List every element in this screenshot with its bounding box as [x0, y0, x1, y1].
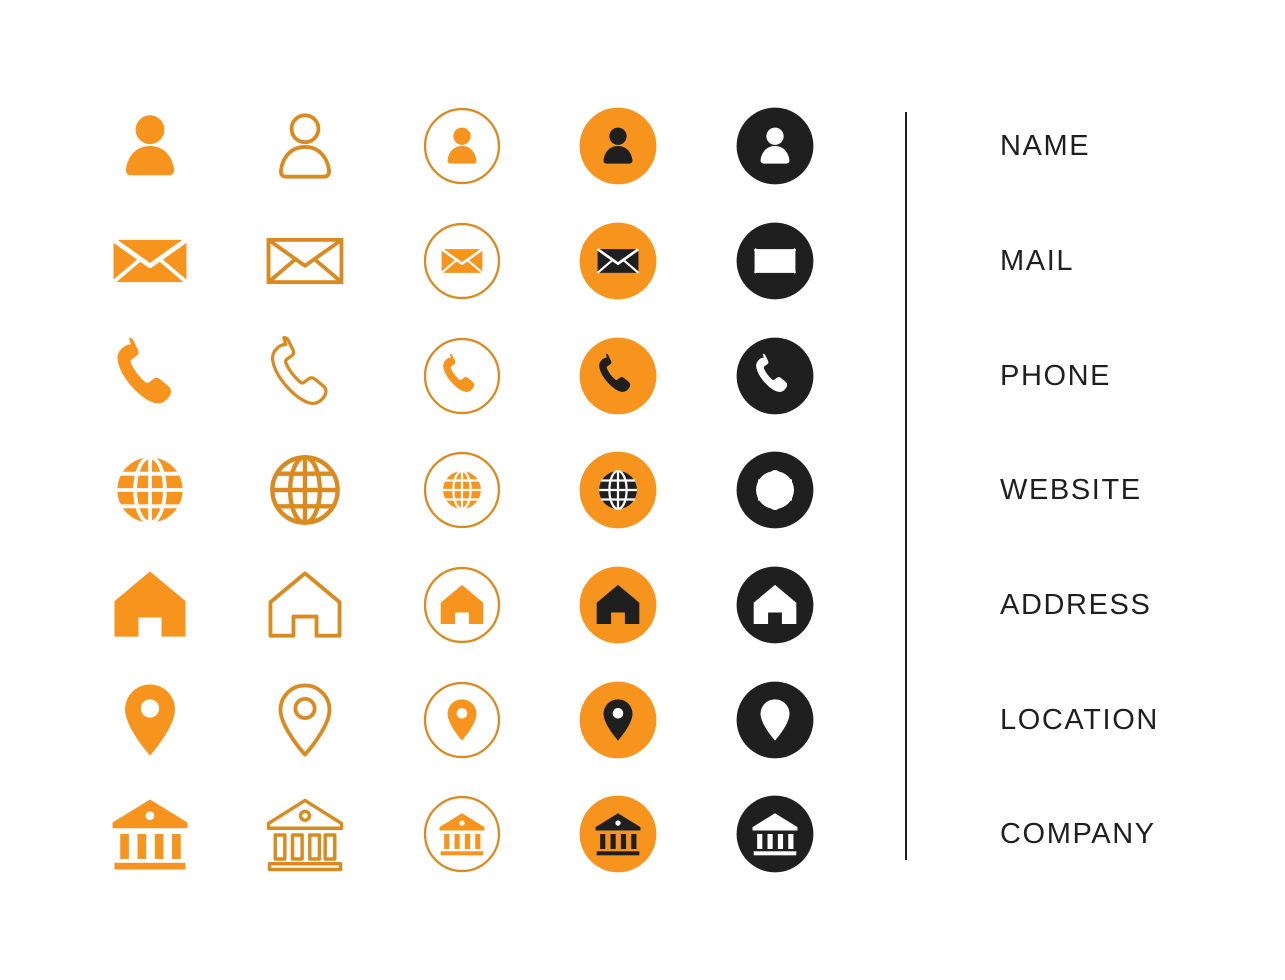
globe-icon-circle-dark[interactable]: [727, 442, 823, 538]
bank-icon-outline[interactable]: [257, 786, 353, 882]
label-mail: MAIL: [1000, 245, 1075, 277]
map-pin-icon-circle-orange[interactable]: [570, 672, 666, 768]
person-icon-solid[interactable]: [102, 98, 198, 194]
map-pin-icon-circle-outline[interactable]: [414, 672, 510, 768]
house-icon-circle-outline[interactable]: [414, 557, 510, 653]
map-pin-icon-outline[interactable]: [257, 672, 353, 768]
phone-icon-outline[interactable]: [257, 328, 353, 424]
envelope-icon-outline[interactable]: [257, 213, 353, 309]
house-icon-circle-dark[interactable]: [727, 557, 823, 653]
label-company: COMPANY: [1000, 818, 1156, 850]
phone-icon-circle-outline[interactable]: [414, 328, 510, 424]
phone-icon-circle-orange[interactable]: [570, 328, 666, 424]
label-location: LOCATION: [1000, 704, 1159, 736]
person-icon-circle-dark[interactable]: [727, 98, 823, 194]
map-pin-icon-solid[interactable]: [102, 672, 198, 768]
label-website: WEBSITE: [1000, 474, 1142, 506]
map-pin-icon-circle-dark[interactable]: [727, 672, 823, 768]
person-icon-circle-orange[interactable]: [570, 98, 666, 194]
globe-icon-circle-outline[interactable]: [414, 442, 510, 538]
globe-icon-circle-orange[interactable]: [570, 442, 666, 538]
envelope-icon-circle-orange[interactable]: [570, 213, 666, 309]
label-phone: PHONE: [1000, 360, 1112, 392]
house-icon-outline[interactable]: [257, 557, 353, 653]
label-name: NAME: [1000, 130, 1091, 162]
phone-icon-circle-dark[interactable]: [727, 328, 823, 424]
phone-icon-solid[interactable]: [102, 328, 198, 424]
house-icon-solid[interactable]: [102, 557, 198, 653]
envelope-icon-circle-dark[interactable]: [727, 213, 823, 309]
envelope-icon-solid[interactable]: [102, 213, 198, 309]
person-icon-outline[interactable]: [257, 98, 353, 194]
bank-icon-circle-dark[interactable]: [727, 786, 823, 882]
globe-icon-outline[interactable]: [257, 442, 353, 538]
bank-icon-circle-orange[interactable]: [570, 786, 666, 882]
house-icon-circle-orange[interactable]: [570, 557, 666, 653]
person-icon-circle-outline[interactable]: [414, 98, 510, 194]
bank-icon-circle-outline[interactable]: [414, 786, 510, 882]
label-address: ADDRESS: [1000, 589, 1152, 621]
bank-icon-solid[interactable]: [102, 786, 198, 882]
envelope-icon-circle-outline[interactable]: [414, 213, 510, 309]
vertical-divider: [905, 112, 907, 860]
contact-icon-sheet: NAME MAIL PHONE WEBSITE ADDRESS LOCATION COMPA…: [0, 0, 1285, 980]
globe-icon-solid[interactable]: [102, 442, 198, 538]
